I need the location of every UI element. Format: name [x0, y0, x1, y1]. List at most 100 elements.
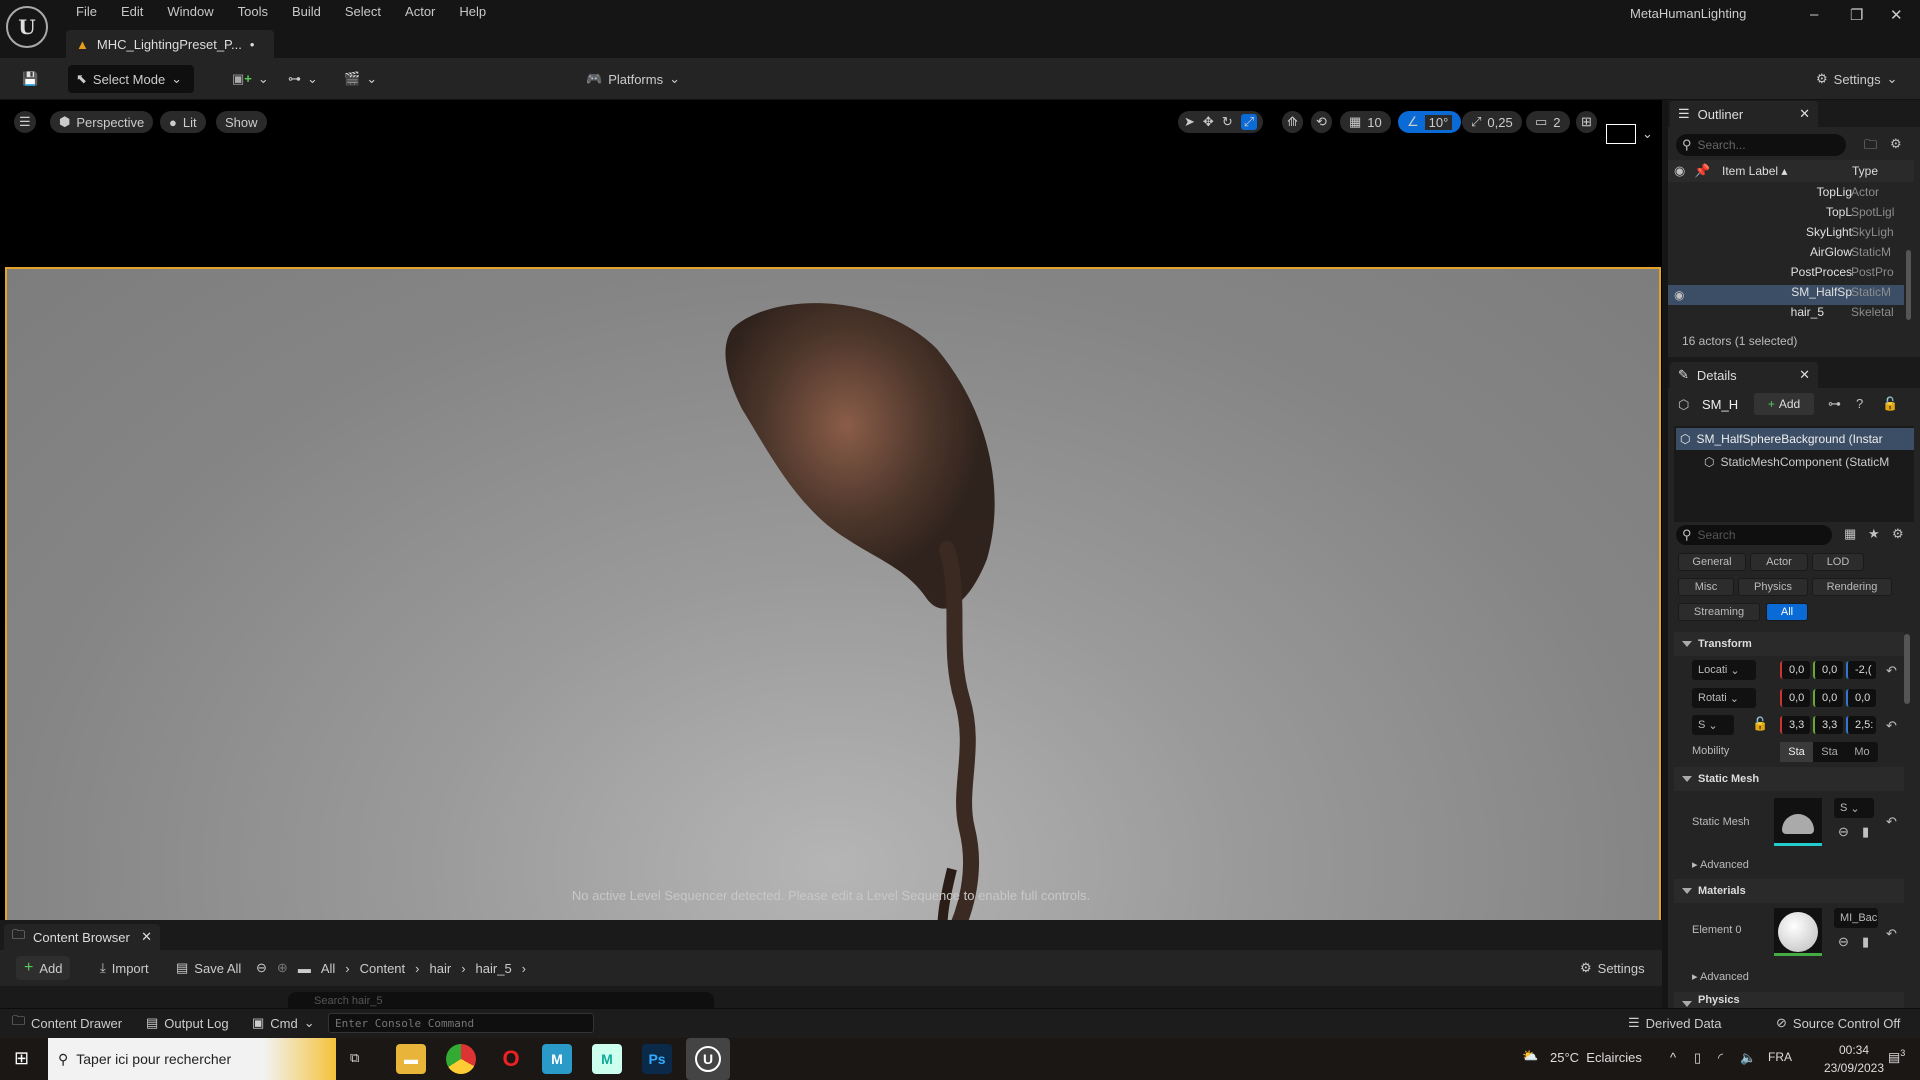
tray-chevron-icon[interactable]: ^: [1670, 1050, 1676, 1065]
perspective-button[interactable]: ⬢ Perspective: [50, 111, 154, 133]
static-mesh-thumbnail[interactable]: [1774, 798, 1822, 846]
menu-edit[interactable]: Edit: [111, 4, 157, 19]
filter-misc[interactable]: Misc: [1678, 578, 1734, 596]
table-view-icon[interactable]: ▦: [1844, 526, 1856, 542]
filter-lod[interactable]: LOD: [1812, 553, 1864, 571]
save-all-button[interactable]: ▤ Save All: [168, 956, 249, 980]
cmd-dropdown[interactable]: ▣ Cmd ⌄: [244, 1011, 323, 1035]
outliner-tab[interactable]: ☰ Outliner ✕: [1670, 101, 1818, 127]
forward-icon[interactable]: ⊕: [277, 960, 288, 976]
static-mesh-section[interactable]: Static Mesh: [1674, 767, 1904, 791]
lit-button[interactable]: ● Lit: [160, 111, 206, 133]
menu-select[interactable]: Select: [335, 4, 395, 19]
scale-y[interactable]: 3,3: [1813, 716, 1843, 734]
type-column[interactable]: Type: [1852, 164, 1878, 178]
language-indicator[interactable]: FRA: [1768, 1050, 1792, 1064]
list-item[interactable]: hair_5 Skeletal: [1668, 305, 1904, 325]
component-child[interactable]: ⬡ StaticMeshComponent (StaticM: [1704, 452, 1914, 472]
list-item[interactable]: AirGlow StaticM: [1668, 245, 1904, 265]
notification-icon[interactable]: ▤3: [1888, 1048, 1905, 1065]
material-dropdown[interactable]: MI_Bac: [1834, 908, 1878, 928]
select-mode-dropdown[interactable]: ⬉ Select Mode ⌄: [68, 65, 194, 93]
grid-snap-button[interactable]: ▦ 10: [1340, 111, 1391, 133]
browse-icon[interactable]: ⊖: [1838, 934, 1849, 950]
blueprint-button[interactable]: ⊶ ⌄: [280, 65, 326, 93]
list-item-selected[interactable]: ◉ SM_HalfSp StaticM: [1668, 285, 1904, 305]
location-y[interactable]: 0,0: [1813, 661, 1843, 679]
weather-text[interactable]: 25°C Eclaircies: [1550, 1050, 1642, 1065]
menu-tools[interactable]: Tools: [228, 4, 282, 19]
close-icon[interactable]: ✕: [1799, 106, 1810, 122]
mobility-static[interactable]: Sta: [1780, 742, 1813, 762]
output-log-button[interactable]: ▤ Output Log: [138, 1011, 237, 1035]
rotate-tool-icon[interactable]: ↻: [1222, 114, 1233, 130]
rotation-z[interactable]: 0,0: [1846, 689, 1876, 707]
source-control-button[interactable]: ⊘ Source Control Off: [1768, 1011, 1908, 1035]
list-item[interactable]: SkyLight SkyLigh: [1668, 225, 1904, 245]
show-button[interactable]: Show: [216, 111, 267, 133]
unreal-logo[interactable]: U: [6, 6, 48, 48]
filter-physics[interactable]: Physics: [1738, 578, 1808, 596]
list-item[interactable]: TopL SpotLigl: [1668, 205, 1904, 225]
reset-icon[interactable]: ↶: [1886, 718, 1897, 734]
advanced-expander[interactable]: ▸ Advanced: [1692, 858, 1749, 871]
photoshop-icon[interactable]: Ps: [642, 1044, 672, 1074]
rotation-snap-button[interactable]: ∠ 10°: [1398, 111, 1462, 133]
item-label-column[interactable]: Item Label ▴: [1722, 164, 1787, 178]
filter-streaming[interactable]: Streaming: [1678, 603, 1760, 621]
clock-time[interactable]: 00:34: [1822, 1043, 1886, 1057]
menu-help[interactable]: Help: [449, 4, 500, 19]
blueprint-icon[interactable]: ⊶: [1828, 396, 1841, 412]
outliner-scrollbar[interactable]: [1906, 250, 1911, 320]
transform-section[interactable]: Transform: [1674, 632, 1904, 656]
cb-search-input[interactable]: Search hair_5: [288, 992, 714, 1008]
list-item[interactable]: TopLig Actor: [1668, 185, 1904, 205]
details-scrollbar[interactable]: [1904, 634, 1910, 704]
add-actor-button[interactable]: ▣+ ⌄: [224, 65, 277, 93]
static-mesh-dropdown[interactable]: S ⌄: [1834, 798, 1874, 818]
scene-render[interactable]: [5, 267, 1661, 974]
save-icon[interactable]: 💾: [14, 65, 46, 93]
gear-icon[interactable]: ⚙: [1890, 136, 1902, 152]
viewport-menu-icon[interactable]: ☰: [14, 111, 36, 133]
physics-section[interactable]: Physics: [1674, 992, 1904, 1008]
materials-section[interactable]: Materials: [1674, 879, 1904, 903]
details-search-input[interactable]: ⚲ Search: [1676, 525, 1832, 545]
add-component-button[interactable]: + Add: [1754, 393, 1814, 415]
document-tab[interactable]: ▲ MHC_LightingPreset_P... •: [66, 30, 274, 58]
unreal-icon[interactable]: U: [686, 1038, 730, 1080]
world-local-icon[interactable]: ⟲: [1311, 111, 1332, 133]
details-tab[interactable]: ✎ Details ✕: [1670, 362, 1818, 388]
component-root[interactable]: ⬡ SM_HalfSphereBackground (Instar: [1676, 428, 1914, 450]
scale-tool-icon[interactable]: ⤢: [1240, 114, 1258, 130]
scale-z[interactable]: 2,5:: [1846, 716, 1876, 734]
close-icon[interactable]: ✕: [1799, 367, 1810, 383]
import-button[interactable]: ⤓ Import: [92, 956, 157, 980]
task-view-icon[interactable]: ⧉: [350, 1050, 359, 1066]
menu-file[interactable]: File: [66, 4, 111, 19]
content-drawer-button[interactable]: 🗀 Content Drawer: [4, 1011, 130, 1035]
close-icon[interactable]: ✕: [141, 929, 152, 945]
filter-all[interactable]: All: [1766, 603, 1808, 621]
file-explorer-icon[interactable]: ▬: [396, 1044, 426, 1074]
wifi-icon[interactable]: ◜: [1718, 1050, 1723, 1066]
scale-snap-button[interactable]: ⤢ 0,25: [1462, 111, 1522, 133]
material-thumbnail[interactable]: [1774, 908, 1822, 956]
minimize-button[interactable]: –: [1810, 6, 1818, 23]
location-dropdown[interactable]: Locati ⌄: [1692, 660, 1756, 680]
layout-icon[interactable]: ⊞: [1576, 111, 1597, 133]
maya-2-icon[interactable]: M: [592, 1044, 622, 1074]
derived-data-button[interactable]: ☰ Derived Data: [1620, 1011, 1730, 1035]
restore-button[interactable]: ❐: [1850, 6, 1863, 24]
settings-button[interactable]: ⚙ Settings ⌄: [1808, 65, 1906, 93]
chevron-down-icon[interactable]: ⌄: [1642, 126, 1653, 142]
cb-settings-button[interactable]: ⚙ Settings: [1572, 956, 1653, 980]
star-icon[interactable]: ★: [1868, 526, 1880, 542]
find-asset-icon[interactable]: ▮: [1862, 934, 1869, 950]
close-button[interactable]: ✕: [1890, 6, 1903, 24]
scale-dropdown[interactable]: S ⌄: [1692, 715, 1734, 735]
surface-snap-icon[interactable]: ⟰: [1282, 111, 1303, 133]
opera-icon[interactable]: O: [496, 1044, 526, 1074]
mobility-movable[interactable]: Mo: [1846, 746, 1878, 758]
rotation-dropdown[interactable]: Rotati ⌄: [1692, 688, 1756, 708]
